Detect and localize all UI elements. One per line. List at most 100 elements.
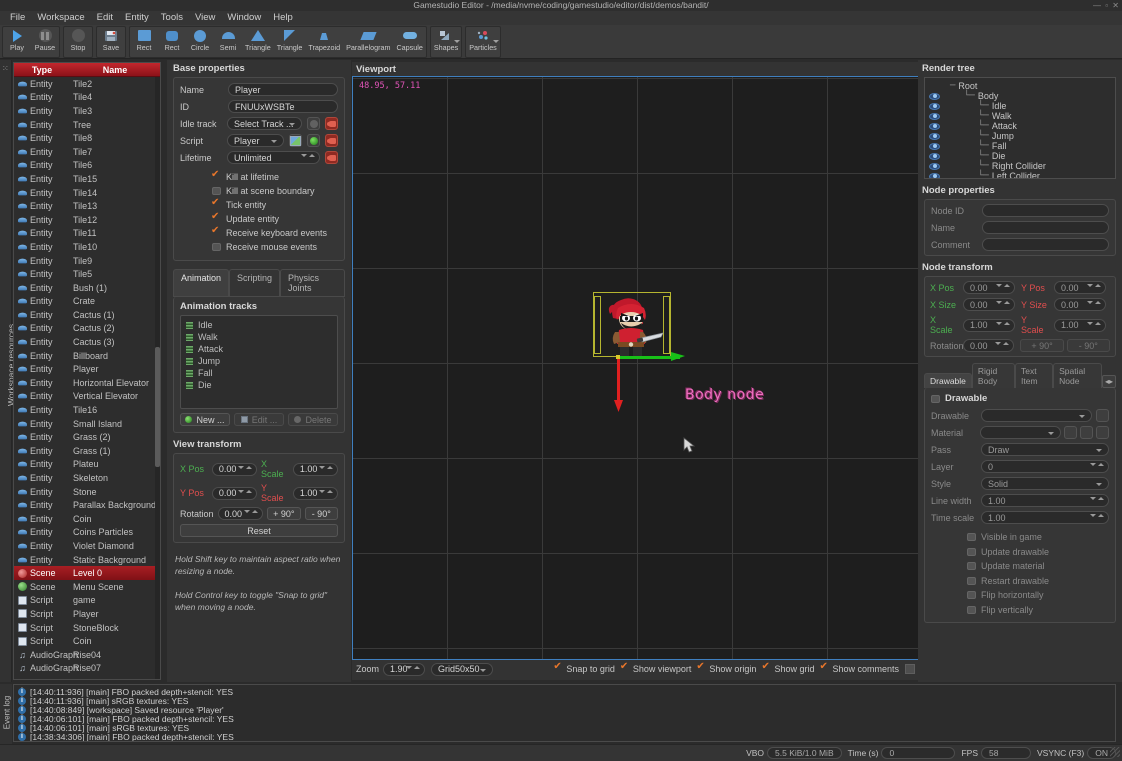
table-row[interactable]: Entity Tile3 xyxy=(14,104,160,118)
menu-item-file[interactable]: File xyxy=(4,11,31,25)
table-row[interactable]: Entity Tile14 xyxy=(14,186,160,200)
script-select[interactable]: Player xyxy=(227,134,284,147)
table-row[interactable]: Entity Tree xyxy=(14,118,160,132)
tree-node-die[interactable]: └─ Die xyxy=(925,151,1115,161)
player-entity[interactable] xyxy=(593,292,685,412)
table-row[interactable]: Entity Small Island xyxy=(14,417,160,431)
table-row[interactable]: Scene Level 0 xyxy=(14,566,160,580)
id-input[interactable]: FNUUxWSBTe xyxy=(228,100,338,113)
checkbox-checked-icon[interactable] xyxy=(761,661,771,673)
table-row[interactable]: Entity Tile7 xyxy=(14,145,160,159)
toolbar-button-save[interactable]: Save xyxy=(97,27,125,59)
drawable-select[interactable] xyxy=(981,409,1092,422)
tree-node-attack[interactable]: └─ Attack xyxy=(925,121,1115,131)
table-row[interactable]: Entity Tile4 xyxy=(14,91,160,105)
tree-node-root[interactable]: ─ Root xyxy=(925,81,1115,91)
table-row[interactable]: Entity Bush (1) xyxy=(14,281,160,295)
visibility-eye-icon[interactable] xyxy=(929,152,940,160)
checkbox-kill-at-lifetime[interactable]: Kill at lifetime xyxy=(211,169,338,184)
toolbar-button-particles[interactable]: Particles xyxy=(466,27,500,59)
checkbox-unchecked-icon[interactable] xyxy=(967,562,976,571)
checkbox-unchecked-icon[interactable] xyxy=(212,243,221,251)
column-header-name[interactable]: Name xyxy=(70,63,160,76)
node-rotate-plus90-button[interactable]: + 90° xyxy=(1020,339,1064,352)
material-select[interactable] xyxy=(980,426,1061,439)
tree-node-walk[interactable]: └─ Walk xyxy=(925,111,1115,121)
idle-track-clear-button[interactable] xyxy=(325,117,338,130)
checkbox-unchecked-icon[interactable] xyxy=(212,187,221,195)
delete-track-button[interactable]: Delete xyxy=(288,413,338,426)
rotate-minus90-button[interactable]: - 90° xyxy=(304,507,338,520)
menu-item-help[interactable]: Help xyxy=(267,11,299,25)
rail-grip-icon[interactable]: ⁙ xyxy=(2,64,9,73)
script-edit-button[interactable] xyxy=(289,134,302,147)
table-row[interactable]: Entity Player xyxy=(14,362,160,376)
table-row[interactable]: ♫ AudioGraph Rise04 xyxy=(14,648,160,662)
drawable-browse-button[interactable] xyxy=(1096,409,1109,422)
viewport-resize-grip[interactable] xyxy=(905,664,915,674)
style-select[interactable]: Solid xyxy=(981,477,1109,490)
table-row[interactable]: Entity Cactus (2) xyxy=(14,322,160,336)
material-edit-button[interactable] xyxy=(1064,426,1077,439)
line-width-input[interactable]: 1.00 xyxy=(981,494,1109,507)
node-name-input[interactable] xyxy=(982,221,1109,234)
table-row[interactable]: Entity Static Background xyxy=(14,553,160,567)
checkbox-restart-drawable[interactable]: Restart drawable xyxy=(967,574,1109,589)
table-row[interactable]: Entity Tile15 xyxy=(14,172,160,186)
checkbox-receive-keyboard-events[interactable]: Receive keyboard events xyxy=(211,225,338,240)
checkbox-update-entity[interactable]: Update entity xyxy=(211,211,338,226)
visibility-eye-icon[interactable] xyxy=(929,102,940,110)
toolbar-button-shapes[interactable]: Shapes xyxy=(431,27,461,59)
tab-spatial-node[interactable]: Spatial Node xyxy=(1053,363,1102,388)
script-add-button[interactable] xyxy=(307,134,320,147)
table-row[interactable]: Entity Tile16 xyxy=(14,403,160,417)
new-track-button[interactable]: New ... xyxy=(180,413,230,426)
toolbar-button-trapezoid[interactable]: Trapezoid xyxy=(305,27,343,59)
tab-physics-joints[interactable]: Physics Joints xyxy=(280,269,345,296)
table-row[interactable]: Entity Violet Diamond xyxy=(14,539,160,553)
table-row[interactable]: Entity Horizontal Elevator xyxy=(14,376,160,390)
idle-track-pick-button[interactable] xyxy=(307,117,320,130)
table-row[interactable]: Script game xyxy=(14,594,160,608)
table-row[interactable]: Entity Plateu xyxy=(14,458,160,472)
checkbox-flip-horizontally[interactable]: Flip horizontally xyxy=(967,588,1109,603)
checkbox-unchecked-icon[interactable] xyxy=(967,591,976,600)
visibility-eye-icon[interactable] xyxy=(929,162,940,170)
view-x-scale-input[interactable]: 1.00 xyxy=(292,462,338,476)
scrollbar-thumb[interactable] xyxy=(155,347,160,467)
table-row[interactable]: Entity Tile8 xyxy=(14,131,160,145)
chevron-down-icon[interactable] xyxy=(454,40,461,43)
tab-scroll-button[interactable]: ◂▸ xyxy=(1101,375,1117,388)
resize-grip-icon[interactable] xyxy=(1110,747,1120,757)
layer-input[interactable]: 0 xyxy=(981,460,1109,473)
list-item[interactable]: Jump xyxy=(181,355,337,367)
checkbox-checked-icon[interactable] xyxy=(620,661,630,673)
checkbox-unchecked-icon[interactable] xyxy=(967,576,976,585)
material-reset-button[interactable] xyxy=(1080,426,1093,439)
checkbox-checked-icon[interactable] xyxy=(696,661,706,673)
table-row[interactable]: Entity Tile2 xyxy=(14,77,160,91)
toolbar-button-capsule[interactable]: Capsule xyxy=(393,27,425,59)
table-row[interactable]: Entity Tile6 xyxy=(14,159,160,173)
node-y-size-input[interactable]: 0.00 xyxy=(1054,298,1106,311)
list-item[interactable]: Walk xyxy=(181,331,337,343)
node-y-pos-input[interactable]: 0.00 xyxy=(1054,281,1106,294)
checkbox-checked-icon[interactable] xyxy=(211,211,221,223)
tab-text-item[interactable]: Text Item xyxy=(1015,363,1054,388)
list-item[interactable]: Attack xyxy=(181,343,337,355)
view-x-pos-input[interactable]: 0.00 xyxy=(211,462,257,476)
node-tabbar[interactable]: Drawable Rigid Body Text Item Spatial Node ◂… xyxy=(924,363,1117,388)
table-row[interactable]: Entity Parallax Background xyxy=(14,498,160,512)
table-row[interactable]: Entity Stone xyxy=(14,485,160,499)
viewport-option-show-comments[interactable]: Show comments xyxy=(819,661,899,674)
checkbox-tick-entity[interactable]: Tick entity xyxy=(211,197,338,212)
node-rotate-minus90-button[interactable]: - 90° xyxy=(1066,339,1110,352)
chevron-down-icon[interactable] xyxy=(492,40,499,43)
material-browse-button[interactable] xyxy=(1096,426,1109,439)
toolbar-button-rect[interactable]: Rect xyxy=(158,27,186,59)
toolbar-button-semi[interactable]: Semi xyxy=(214,27,242,59)
table-row[interactable]: Script Player xyxy=(14,607,160,621)
view-rotation-input[interactable]: 0.00 xyxy=(217,507,264,520)
node-comment-input[interactable] xyxy=(982,238,1109,251)
tab-animation[interactable]: Animation xyxy=(173,269,230,296)
